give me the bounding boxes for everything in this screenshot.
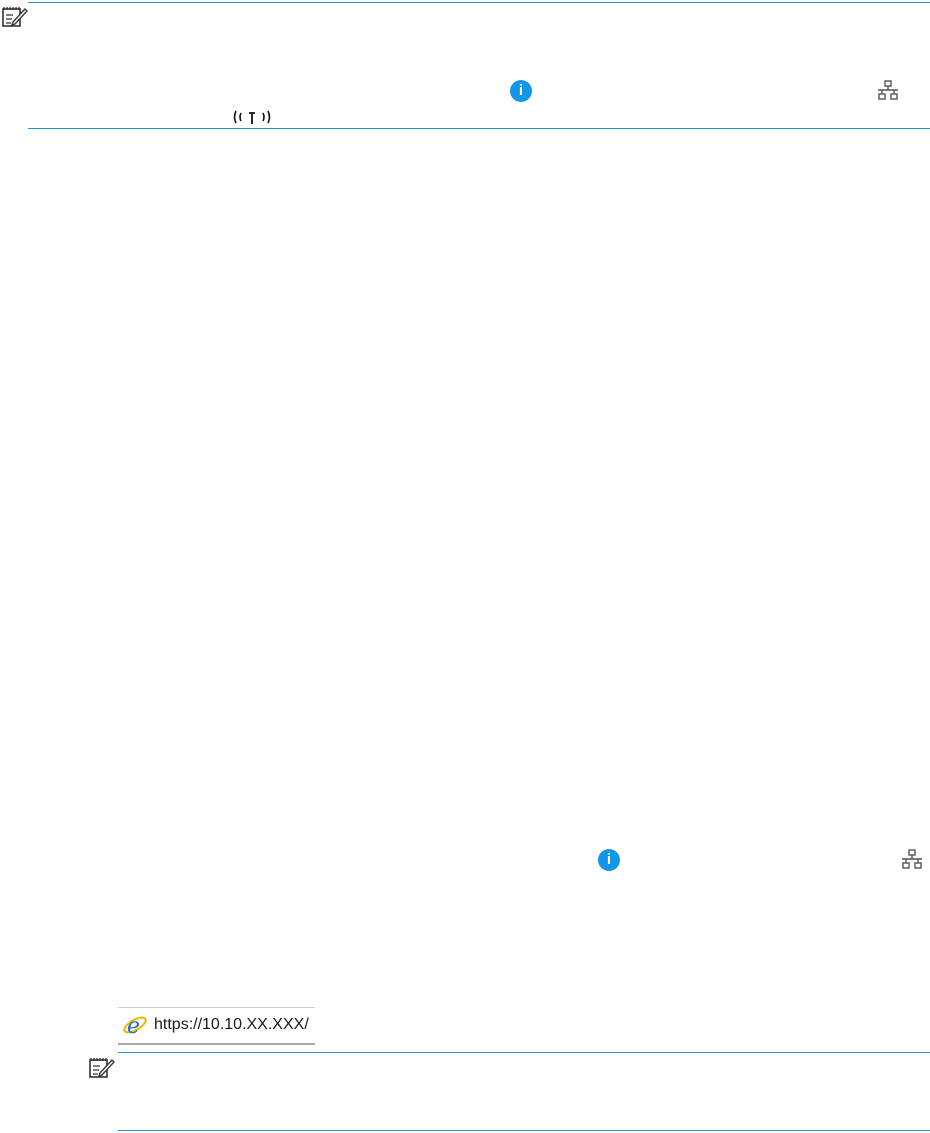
note-top-rule-bottom	[28, 128, 930, 129]
network-icon	[900, 849, 924, 871]
svg-text:e: e	[127, 1014, 140, 1038]
address-bar-url: https://10.10.XX.XXX/	[154, 1016, 309, 1033]
note-top: i	[0, 0, 930, 130]
note-icon	[88, 1056, 116, 1080]
information-icon: i	[510, 80, 532, 102]
address-bar-top-edge	[118, 1007, 315, 1008]
note-bottom	[0, 1050, 930, 1133]
note-icon	[1, 5, 29, 29]
note-bottom-rule-bottom	[118, 1130, 930, 1131]
browser-address-bar[interactable]: e https://10.10.XX.XXX/	[118, 1007, 315, 1045]
note-top-rule-top	[28, 2, 930, 3]
note-bottom-rule-top	[118, 1052, 930, 1053]
wireless-icon	[232, 108, 272, 126]
information-icon: i	[598, 849, 620, 871]
internet-explorer-icon: e	[122, 1012, 148, 1039]
network-icon	[876, 80, 900, 102]
